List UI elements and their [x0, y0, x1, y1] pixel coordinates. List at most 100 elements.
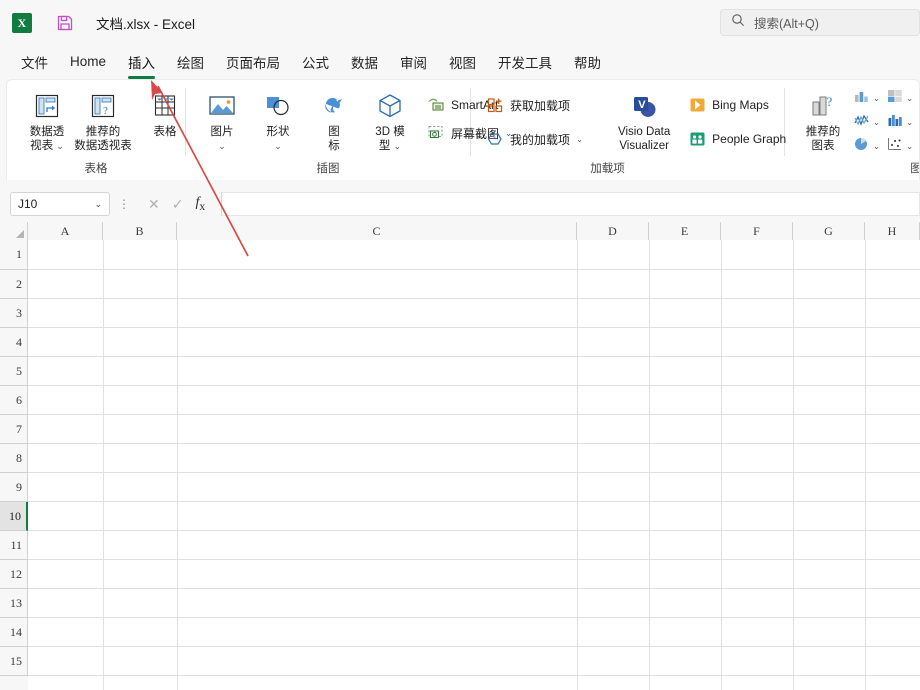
shapes-button[interactable]: 形状 ⌄ [250, 85, 306, 153]
tab-view[interactable]: 视图 [438, 48, 487, 78]
column-header-h[interactable]: H [865, 222, 920, 240]
table-icon [152, 89, 178, 123]
column-header-d[interactable]: D [577, 222, 649, 240]
excel-logo-letter: X [17, 16, 27, 30]
column-header-f[interactable]: F [721, 222, 793, 240]
chevron-down-icon[interactable]: ⌄ [56, 141, 64, 151]
icons-icon [320, 89, 348, 123]
visio-data-visualizer-button[interactable]: V Visio Data Visualizer [607, 85, 681, 153]
get-addins-button[interactable]: 获取加载项 [483, 93, 587, 117]
tab-help[interactable]: 帮助 [563, 48, 612, 78]
recommended-pivot-table-button[interactable]: ? 推荐的 数据透视表 [74, 85, 132, 153]
my-addins-button[interactable]: 我的加载项 ⌄ [483, 127, 587, 151]
column-header-e[interactable]: E [649, 222, 721, 240]
column-header-c[interactable]: C [177, 222, 577, 240]
row-header-4[interactable]: 4 [0, 328, 28, 357]
people-graph-label: People Graph [712, 132, 787, 146]
row-header-15[interactable]: 15 [0, 647, 28, 676]
formula-input[interactable] [221, 192, 920, 216]
recommended-charts-label-line1: 推荐的 [805, 126, 841, 138]
pivot-table-button[interactable]: 数据透 视表 ⌄ [19, 85, 75, 153]
formula-bar: J10 ⌄ ⋮ ✕ ✓ fx [0, 186, 920, 222]
table-button[interactable]: 表格 [137, 85, 193, 139]
column-header-b[interactable]: B [103, 222, 177, 240]
recommended-pivot-label-line1: 推荐的 [85, 126, 121, 138]
tab-home[interactable]: Home [59, 50, 117, 75]
tab-draw[interactable]: 绘图 [166, 48, 215, 78]
chevron-down-icon[interactable]: ⌄ [906, 93, 913, 104]
row-header-2[interactable]: 2 [0, 270, 28, 299]
pivot-table-label-line2: 视表 [30, 140, 54, 152]
tab-formulas[interactable]: 公式 [291, 48, 340, 78]
row-header-14[interactable]: 14 [0, 618, 28, 647]
select-all-corner[interactable] [0, 222, 28, 240]
bing-maps-button[interactable]: Bing Maps [685, 93, 790, 117]
tab-data[interactable]: 数据 [340, 48, 389, 78]
people-graph-button[interactable]: People Graph [685, 127, 790, 151]
recommended-charts-button[interactable]: ? 推荐的 图表 [795, 85, 851, 153]
chevron-down-icon[interactable]: ⌄ [873, 141, 880, 152]
line-chart-button[interactable]: ⌄ [851, 111, 882, 134]
row-header-12[interactable]: 12 [0, 560, 28, 589]
tab-developer[interactable]: 开发工具 [487, 48, 563, 78]
icons-button[interactable]: 图 标 [306, 85, 362, 153]
ribbon-group-tables: 数据透 视表 ⌄ ? 推荐的 数据透视表 表格 表格 [7, 80, 185, 180]
row-header-3[interactable]: 3 [0, 299, 28, 328]
ribbon-group-illustrations: 图片 ⌄ 形状 ⌄ 图 标 3D 模 型 ⌄ SmartArt 屏幕截图 ⌄ 插… [186, 80, 512, 180]
row-header-11[interactable]: 11 [0, 531, 28, 560]
confirm-icon[interactable]: ✓ [172, 196, 184, 213]
pie-chart-button[interactable]: ⌄ [851, 135, 882, 158]
row-header-9[interactable]: 9 [0, 473, 28, 502]
row-header-7[interactable]: 7 [0, 415, 28, 444]
name-box[interactable]: J10 ⌄ [10, 192, 110, 216]
formula-bar-options[interactable]: ⋮ [118, 197, 130, 211]
row-header-6[interactable]: 6 [0, 386, 28, 415]
recommended-charts-label-line2: 图表 [811, 140, 835, 152]
search-icon [731, 13, 745, 32]
ribbon: 数据透 视表 ⌄ ? 推荐的 数据透视表 表格 表格 图片 ⌄ 形状 ⌄ 图 标… [6, 79, 920, 180]
get-addins-icon [487, 97, 504, 114]
ribbon-group-label-charts: 图表 [785, 162, 919, 180]
row-header-13[interactable]: 13 [0, 589, 28, 618]
tab-page-layout[interactable]: 页面布局 [215, 48, 291, 78]
chevron-down-icon[interactable]: ⌄ [394, 141, 402, 151]
ribbon-group-label-tables: 表格 [84, 163, 108, 175]
document-title: 文档.xlsx - Excel [96, 17, 196, 32]
fx-icon[interactable]: fx [195, 195, 205, 213]
search-input[interactable]: 搜索(Alt+Q) [720, 9, 920, 36]
ribbon-tabs: 文件 Home 插入 绘图 页面布局 公式 数据 审阅 视图 开发工具 帮助 [0, 46, 920, 79]
chevron-down-icon[interactable]: ⌄ [576, 134, 583, 145]
pictures-button[interactable]: 图片 ⌄ [194, 85, 250, 153]
get-addins-label: 获取加载项 [510, 98, 571, 113]
chevron-down-icon[interactable]: ⌄ [218, 141, 226, 151]
save-icon[interactable] [56, 14, 74, 32]
pie-chart-icon [853, 136, 871, 157]
statistic-chart-button[interactable]: ⌄ [884, 111, 915, 134]
column-chart-button[interactable]: ⌄ [851, 87, 882, 110]
chevron-down-icon[interactable]: ⌄ [274, 141, 282, 151]
row-header-8[interactable]: 8 [0, 444, 28, 473]
row-header-1[interactable]: 1 [0, 240, 28, 270]
tab-insert[interactable]: 插入 [117, 48, 166, 79]
column-header-a[interactable]: A [28, 222, 103, 240]
pivot-table-label-line1: 数据透 [29, 126, 65, 138]
tab-review[interactable]: 审阅 [389, 48, 438, 78]
svg-text:?: ? [827, 94, 833, 109]
hierarchy-chart-button[interactable]: ⌄ [884, 87, 915, 110]
scatter-chart-button[interactable]: ⌄ [884, 135, 915, 158]
column-header-g[interactable]: G [793, 222, 865, 240]
chevron-down-icon[interactable]: ⌄ [873, 117, 880, 128]
row-header-10[interactable]: 10 [0, 502, 28, 531]
chevron-down-icon[interactable]: ⌄ [906, 141, 913, 152]
chevron-down-icon[interactable]: ⌄ [906, 117, 913, 128]
chart-type-gallery: ⌄ ⌄ ⌄ ⌄ ⌄ ⌄ [851, 85, 919, 158]
table-label: 表格 [153, 126, 177, 138]
chevron-down-icon[interactable]: ⌄ [873, 93, 880, 104]
3d-models-button[interactable]: 3D 模 型 ⌄ [362, 85, 418, 153]
tab-file[interactable]: 文件 [10, 48, 59, 78]
row-header-5[interactable]: 5 [0, 357, 28, 386]
grid-cells[interactable] [28, 240, 920, 690]
ribbon-group-charts: ? 推荐的 图表 ⌄ ⌄ ⌄ ⌄ ⌄ ⌄ [785, 80, 919, 180]
cancel-icon[interactable]: ✕ [148, 196, 160, 213]
chevron-down-icon[interactable]: ⌄ [94, 199, 102, 210]
